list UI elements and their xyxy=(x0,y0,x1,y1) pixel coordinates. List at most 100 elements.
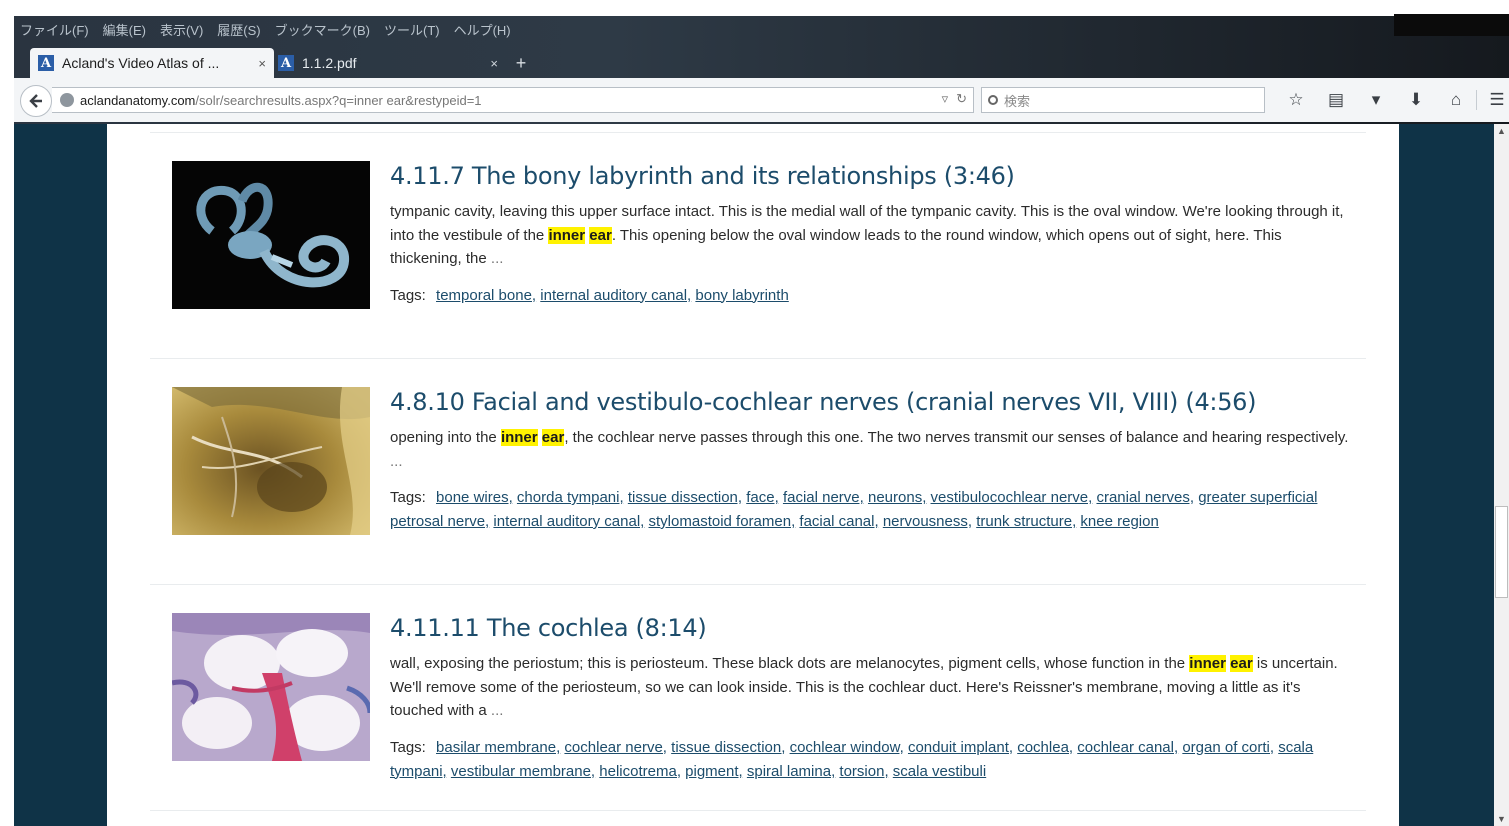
back-button[interactable] xyxy=(20,85,52,117)
scroll-up-arrow-icon[interactable]: ▲ xyxy=(1497,126,1506,136)
result-divider xyxy=(150,358,1366,359)
scrollbar-thumb[interactable] xyxy=(1495,506,1508,598)
tags-label: Tags: xyxy=(390,489,426,506)
highlight-term: ear xyxy=(589,226,612,244)
back-arrow-icon xyxy=(29,94,42,108)
url-host: aclandanatomy.com xyxy=(80,92,196,108)
search-bar[interactable]: 検索 xyxy=(981,87,1265,113)
tag-link[interactable]: chorda tympani, xyxy=(517,489,624,506)
tag-link[interactable]: conduit implant, xyxy=(908,739,1013,756)
result-snippet: opening into the inner ear, the cochlear… xyxy=(390,426,1350,473)
tab-strip: A Acland's Video Atlas of ... × A 1.1.2.… xyxy=(14,46,1509,78)
highlight-term: inner xyxy=(1189,655,1226,672)
tag-link[interactable]: spiral lamina, xyxy=(747,763,835,780)
tag-link[interactable]: knee region xyxy=(1080,513,1158,530)
result-tags: Tags: bone wires, chorda tympani, tissue… xyxy=(390,486,1350,534)
menu-view[interactable]: 表示(V) xyxy=(160,20,203,39)
menu-bookmarks[interactable]: ブックマーク(B) xyxy=(275,20,370,39)
window-title-area xyxy=(1394,14,1509,36)
tag-link[interactable]: facial canal, xyxy=(799,513,878,530)
tab-pdf[interactable]: A 1.1.2.pdf × xyxy=(270,48,506,78)
highlight-term: ear xyxy=(1230,655,1253,672)
tag-link[interactable]: face, xyxy=(746,489,779,506)
tag-link[interactable]: stylomastoid foramen, xyxy=(649,513,796,530)
snippet-ellipsis: ... xyxy=(390,452,403,470)
result-snippet: tympanic cavity, leaving this upper surf… xyxy=(390,200,1350,271)
tag-link[interactable]: trunk structure, xyxy=(976,513,1076,530)
facial-nerve-dissection-thumbnail[interactable] xyxy=(172,387,370,535)
result-tags: Tags: temporal bone, internal auditory c… xyxy=(390,284,1350,308)
tag-link[interactable]: tissue dissection, xyxy=(628,489,742,506)
result-title[interactable]: 4.8.10 Facial and vestibulo-cochlear ner… xyxy=(390,387,1350,417)
tag-link[interactable]: vestibulocochlear nerve, xyxy=(931,489,1093,506)
tag-link[interactable]: facial nerve, xyxy=(783,489,864,506)
acland-favicon-icon: A xyxy=(278,55,294,71)
bookmark-star-icon[interactable]: ☆ xyxy=(1276,88,1316,112)
menu-edit[interactable]: 編集(E) xyxy=(103,20,146,39)
reading-list-icon[interactable]: ▤ xyxy=(1316,88,1356,112)
tag-link[interactable]: scala vestibuli xyxy=(893,763,986,780)
tag-link[interactable]: bony labyrinth xyxy=(695,287,788,304)
tags-label: Tags: xyxy=(390,286,426,304)
highlight-term: ear xyxy=(541,429,565,446)
vertical-scrollbar[interactable]: ▲ ▼ xyxy=(1494,124,1509,826)
tag-link[interactable]: basilar membrane, xyxy=(436,739,560,756)
tag-link[interactable]: nervousness, xyxy=(883,513,972,530)
reload-icon[interactable]: ↻ xyxy=(956,91,967,107)
result-title[interactable]: 4.11.7 The bony labyrinth and its relati… xyxy=(390,161,1350,191)
browser-chrome: ファイル(F) 編集(E) 表示(V) 履歴(S) ブックマーク(B) ツール(… xyxy=(0,0,1509,124)
tag-link[interactable]: temporal bone, xyxy=(436,287,536,304)
download-icon[interactable]: ⬇ xyxy=(1396,88,1436,112)
snippet-ellipsis: ... xyxy=(490,250,504,267)
tags-label: Tags: xyxy=(390,738,426,756)
search-results-list: 4.11.7 The bony labyrinth and its relati… xyxy=(107,124,1399,826)
tab-title: 1.1.2.pdf xyxy=(302,55,357,71)
scroll-down-arrow-icon[interactable]: ▼ xyxy=(1497,814,1506,824)
close-tab-icon[interactable]: × xyxy=(258,56,266,71)
result-divider xyxy=(150,584,1366,585)
menu-hamburger-icon[interactable]: ☰ xyxy=(1477,88,1509,112)
tag-link[interactable]: cranial nerves, xyxy=(1096,489,1194,506)
tag-link[interactable]: neurons, xyxy=(868,489,926,506)
menu-file[interactable]: ファイル(F) xyxy=(20,20,89,39)
tag-link[interactable]: pigment, xyxy=(685,763,743,780)
tag-link[interactable]: helicotrema, xyxy=(599,763,681,780)
result-divider xyxy=(150,132,1366,133)
pocket-icon[interactable]: ▾ xyxy=(1356,88,1396,112)
toolbar-icons: ☆ ▤ ▾ ⬇ ⌂ ☰ xyxy=(1276,88,1509,112)
tag-link[interactable]: torsion, xyxy=(839,763,888,780)
tag-link[interactable]: internal auditory canal, xyxy=(540,287,691,304)
menu-bar: ファイル(F) 編集(E) 表示(V) 履歴(S) ブックマーク(B) ツール(… xyxy=(20,18,511,40)
tag-link[interactable]: bone wires, xyxy=(436,489,513,506)
result-divider xyxy=(150,810,1366,811)
result-title[interactable]: 4.11.11 The cochlea (8:14) xyxy=(390,613,1350,643)
globe-icon xyxy=(60,93,74,107)
tag-link[interactable]: internal auditory canal, xyxy=(493,513,644,530)
tag-link[interactable]: vestibular membrane, xyxy=(451,763,595,780)
url-bar[interactable]: aclandanatomy.com /solr/searchresults.as… xyxy=(52,87,974,113)
new-tab-button[interactable]: + xyxy=(506,49,536,77)
tag-link[interactable]: cochlear window, xyxy=(790,739,904,756)
bony-labyrinth-thumbnail[interactable] xyxy=(172,161,370,309)
menu-history[interactable]: 履歴(S) xyxy=(217,20,260,39)
tab-title: Acland's Video Atlas of ... xyxy=(62,55,220,71)
menu-tools[interactable]: ツール(T) xyxy=(384,20,440,39)
tab-acland-atlas[interactable]: A Acland's Video Atlas of ... × xyxy=(30,48,274,78)
close-tab-icon[interactable]: × xyxy=(490,56,498,71)
tag-link[interactable]: tissue dissection, xyxy=(671,739,785,756)
navigation-toolbar: aclandanatomy.com /solr/searchresults.as… xyxy=(14,78,1509,122)
result-snippet: wall, exposing the periostum; this is pe… xyxy=(390,652,1350,723)
menu-help[interactable]: ヘルプ(H) xyxy=(454,20,511,39)
tag-link[interactable]: organ of corti, xyxy=(1182,739,1274,756)
tag-link[interactable]: cochlear nerve, xyxy=(564,739,667,756)
highlight-term: inner xyxy=(500,429,538,446)
url-path: /solr/searchresults.aspx?q=inner ear&res… xyxy=(195,92,482,108)
snippet-text: , the cochlear nerve passes through this… xyxy=(564,429,1349,446)
home-icon[interactable]: ⌂ xyxy=(1436,88,1476,112)
dropdown-arrow-icon[interactable]: ▿ xyxy=(942,91,949,107)
search-placeholder: 検索 xyxy=(1004,93,1031,109)
cochlea-histology-thumbnail[interactable] xyxy=(172,613,370,761)
tag-link[interactable]: cochlear canal, xyxy=(1077,739,1178,756)
tag-link[interactable]: cochlea, xyxy=(1017,739,1073,756)
acland-favicon-icon: A xyxy=(38,55,54,71)
